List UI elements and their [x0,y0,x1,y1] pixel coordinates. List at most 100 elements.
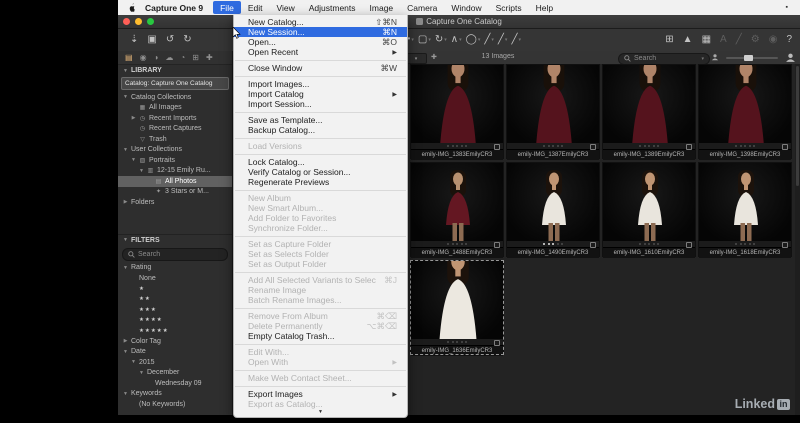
menu-item-import-catalog[interactable]: Import Catalog ▶ [234,89,407,99]
menu-item-close-window[interactable]: Close Window ⌘W [234,63,407,74]
menu-item-new-session[interactable]: New Session... ⌘N [234,27,407,37]
library-tab[interactable]: ▤ [125,53,133,62]
annotation-icon[interactable]: A [720,35,727,45]
capture-tab[interactable]: ◉ [140,53,147,62]
minimize-window-button[interactable] [135,18,142,25]
filter-item-date[interactable]: ▼ Date [118,347,232,358]
library-item-portraits[interactable]: ▼ ▧ Portraits [118,155,232,166]
library-item-all-photos[interactable]: ▤ All Photos [118,176,232,187]
menubar-item-adjustments[interactable]: Adjustments [302,1,363,14]
filter-item-2-stars[interactable]: ★★ [118,294,232,305]
scrollbar-thumb[interactable] [796,66,799,186]
menubar-item-file[interactable]: File [213,1,241,14]
rotate-ccw-icon[interactable]: ↺ [166,35,174,45]
library-item-recent-captures[interactable]: ◷ Recent Captures [118,124,232,135]
menu-item-open[interactable]: Open... ⌘O [234,37,407,48]
pencil-icon[interactable]: ╱ [736,35,742,45]
erase-mask-tool-icon[interactable]: ╱ ▾ [498,35,508,45]
filter-item-no-keywords[interactable]: (No Keywords) [118,399,232,410]
menubar-item-scripts[interactable]: Scripts [489,1,529,14]
menu-item-open-recent[interactable]: Open Recent ▶ [234,47,407,57]
filter-item-december[interactable]: ▼ December [118,368,232,379]
title-bar[interactable]: Capture One Catalog [118,15,800,29]
details-tab[interactable]: ⊞ [192,53,199,62]
library-item-user-collections[interactable]: ▼ User Collections [118,145,232,156]
browser-search-input[interactable]: Search ▾ [618,52,710,65]
adjustments-tab[interactable]: ✚ [206,53,213,62]
zoom-window-button[interactable] [147,18,154,25]
proof-view-icon[interactable]: ▦ [702,35,711,45]
menu-item-backup-catalog[interactable]: Backup Catalog... [234,125,407,135]
menu-item-lock-catalog[interactable]: Lock Catalog... [234,157,407,167]
rotate-tool-icon[interactable]: ↻ ▾ [435,35,447,45]
menu-item-export-images[interactable]: Export Images ▶ [234,389,407,399]
menu-item-import-session[interactable]: Import Session... [234,99,407,109]
camera-icon[interactable]: ▣ [147,35,156,45]
thumbnail-size-slider[interactable] [726,55,778,61]
menubar-item-window[interactable]: Window [444,1,488,14]
menu-item-regenerate-previews[interactable]: Regenerate Previews [234,177,407,187]
filter-item-color-tag[interactable]: ▶ Color Tag [118,336,232,347]
focus-mask-icon[interactable]: ◉ [769,35,778,45]
filters-search-input[interactable]: Search [122,247,228,261]
filter-item-none[interactable]: None [118,273,232,284]
library-item-12-15-emily-ru[interactable]: ▼ ▥ 12-15 Emily Ru... [118,166,232,177]
filter-item-3-stars[interactable]: ★★★ [118,305,232,316]
slider-handle[interactable] [744,55,753,61]
thumbnail[interactable]: emily-IMG_1488EmilyCR3 [410,162,504,258]
library-item-trash[interactable]: ▽ Trash [118,134,232,145]
thumbnail[interactable]: emily-IMG_1636EmilyCR3 [410,260,504,356]
browser-scrollbar[interactable] [795,64,800,415]
filter-item-wednesday-09[interactable]: Wednesday 09 [118,378,232,389]
draw-mask-tool-icon[interactable]: ╱ ▾ [484,35,494,45]
gradient-mask-tool-icon[interactable]: ╱ ▾ [511,35,521,45]
catalog-selector[interactable]: Catalog: Capture One Catalog [121,77,229,90]
library-item-all-images[interactable]: ▦ All Images [118,103,232,114]
library-item-folders[interactable]: ▶ Folders [118,197,232,208]
library-item-3-stars-or-m[interactable]: ✦ 3 Stars or M... [118,187,232,198]
library-header[interactable]: ▼ LIBRARY [118,65,232,76]
menu-scroll-down-icon[interactable]: ▼ [234,409,407,417]
library-item-recent-imports[interactable]: ▶ ◷ Recent Imports [118,113,232,124]
crop-tool-icon[interactable]: ▢ ▾ [418,35,431,45]
menubar-item-edit[interactable]: Edit [241,1,270,14]
thumbnail[interactable]: emily-IMG_1387EmilyCR3 [506,64,600,160]
filter-item-keywords[interactable]: ▼ Keywords [118,389,232,400]
menubar-item-camera[interactable]: Camera [400,1,444,14]
color-tab[interactable]: ◑ [154,53,159,62]
menubar-app-name[interactable]: Capture One 9 [141,3,207,13]
menu-item-verify-catalog-or-session[interactable]: Verify Catalog or Session... [234,167,407,177]
filter-item-2015[interactable]: ▼ 2015 [118,357,232,368]
menu-item-new-catalog[interactable]: New Catalog... ⇧⌘N [234,17,407,28]
grid-view-icon[interactable]: ⊞ [665,35,673,45]
menubar-item-image[interactable]: Image [363,1,401,14]
rotate-cw-icon[interactable]: ↻ [183,35,191,45]
thumbnail[interactable]: emily-IMG_1610EmilyCR3 [602,162,696,258]
help-icon[interactable]: ? [786,35,792,45]
apple-icon[interactable] [128,3,136,12]
cloud-tab[interactable]: ☁ [165,53,173,62]
menu-item-save-as-template[interactable]: Save as Template... [234,115,407,125]
straighten-tool-icon[interactable]: ∧ ▾ [451,35,462,45]
menubar-item-help[interactable]: Help [529,1,560,14]
thumbnail[interactable]: emily-IMG_1618EmilyCR3 [698,162,792,258]
filter-item-1-stars[interactable]: ★ [118,284,232,295]
filter-item-4-stars[interactable]: ★★★★ [118,315,232,326]
close-window-button[interactable] [123,18,130,25]
filter-item-5-stars[interactable]: ★★★★★ [118,326,232,337]
thumbnail[interactable]: emily-IMG_1398EmilyCR3 [698,64,792,160]
filter-item-rating[interactable]: ▼ Rating [118,263,232,274]
spot-tool-icon[interactable]: ◯ ▾ [466,35,481,45]
thumbnail[interactable]: emily-IMG_1490EmilyCR3 [506,162,600,258]
thumbnail[interactable]: emily-IMG_1389EmilyCR3 [602,64,696,160]
import-icon[interactable]: ⇣ [130,35,138,45]
thumbnail[interactable]: emily-IMG_1383EmilyCR3 [410,64,504,160]
menubar-item-view[interactable]: View [269,1,301,14]
gear-icon[interactable]: ⚙ [751,35,760,45]
library-item-catalog-collections[interactable]: ▼ Catalog Collections [118,92,232,103]
filters-header[interactable]: ▼ FILTERS [118,235,232,246]
exposure-tab[interactable]: ◔ [180,53,185,62]
menu-item-empty-catalog-trash[interactable]: Empty Catalog Trash... [234,331,407,341]
exposure-warning-icon[interactable]: ▲ [683,35,693,45]
menu-item-import-images[interactable]: Import Images... [234,79,407,89]
